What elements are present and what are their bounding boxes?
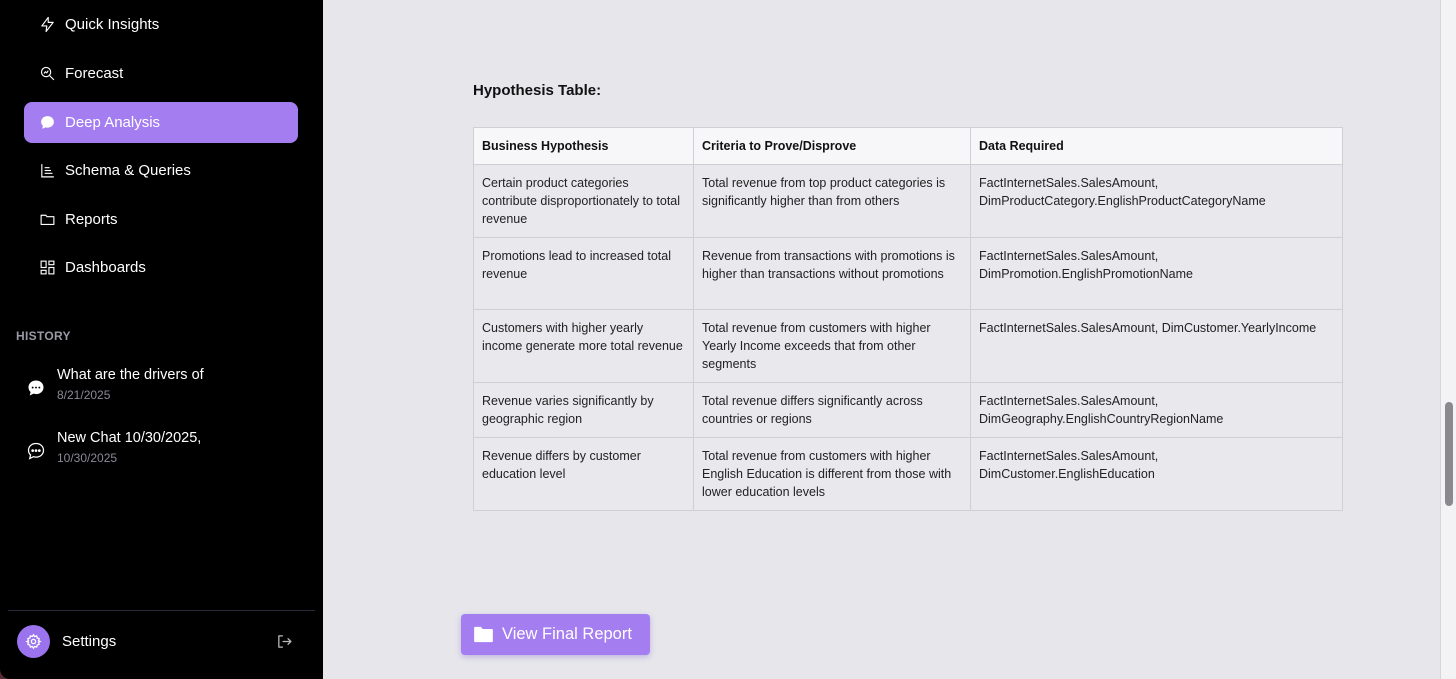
table-row: Revenue varies significantly by geograph… <box>473 382 1343 438</box>
nav-dashboards[interactable]: Dashboards <box>24 247 298 288</box>
table-row: Revenue differs by customer education le… <box>473 437 1343 511</box>
nav-forecast[interactable]: Forecast <box>24 53 298 94</box>
table-row: Customers with higher yearly income gene… <box>473 309 1343 383</box>
table-cell: Revenue from transactions with promotion… <box>693 237 971 310</box>
button-label: View Final Report <box>502 625 632 643</box>
nav-label: Reports <box>65 211 118 228</box>
sidebar: Quick Insights Forecast Deep Analysis Sc… <box>0 0 323 679</box>
nav-quick-insights[interactable]: Quick Insights <box>24 4 298 45</box>
history-date: 10/30/2025 <box>57 451 118 465</box>
history-title: What are the drivers of <box>57 367 204 383</box>
nav-schema-queries[interactable]: Schema & Queries <box>24 150 298 191</box>
nav-label: Schema & Queries <box>65 162 191 179</box>
nav-label: Deep Analysis <box>65 114 161 131</box>
history-title: New Chat 10/30/2025, <box>57 430 202 446</box>
column-header: Business Hypothesis <box>473 127 694 165</box>
table-cell: Certain product categories contribute di… <box>473 164 694 238</box>
table-cell: Total revenue from top product categorie… <box>693 164 971 238</box>
view-final-report-button[interactable]: View Final Report <box>461 614 650 655</box>
lightning-icon <box>38 15 57 34</box>
gear-icon <box>25 633 42 650</box>
column-header: Criteria to Prove/Disprove <box>693 127 971 165</box>
magnify-chart-icon <box>38 64 57 83</box>
nav-label: Dashboards <box>65 259 146 276</box>
scrollbar-thumb[interactable] <box>1445 402 1453 506</box>
column-header: Data Required <box>970 127 1343 165</box>
nav-label: Forecast <box>65 65 124 82</box>
section-title: Hypothesis Table: <box>473 82 602 99</box>
schema-icon <box>38 161 57 180</box>
settings-label[interactable]: Settings <box>62 633 116 650</box>
history-item[interactable]: What are the drivers of 8/21/2025 <box>26 367 306 411</box>
chat-bubble-icon <box>26 378 46 398</box>
table-cell: Revenue differs by customer education le… <box>473 437 694 511</box>
settings-gear-button[interactable] <box>17 625 50 658</box>
folder-icon <box>38 210 57 229</box>
table-cell: FactInternetSales.SalesAmount, DimCustom… <box>970 309 1343 383</box>
nav-label: Quick Insights <box>65 16 160 33</box>
table-cell: FactInternetSales.SalesAmount, DimGeogra… <box>970 382 1343 438</box>
nav-deep-analysis[interactable]: Deep Analysis <box>24 102 298 143</box>
history-date: 8/21/2025 <box>57 388 111 402</box>
table-cell: Promotions lead to increased total reven… <box>473 237 694 310</box>
chat-bubble-outline-icon <box>26 441 46 461</box>
table-cell: FactInternetSales.SalesAmount, DimProduc… <box>970 164 1343 238</box>
table-cell: FactInternetSales.SalesAmount, DimPromot… <box>970 237 1343 310</box>
history-item[interactable]: New Chat 10/30/2025, 10/30/2025 <box>26 430 306 474</box>
logout-icon[interactable] <box>276 633 293 650</box>
sidebar-divider <box>8 610 315 611</box>
grid-icon <box>38 258 57 277</box>
scrollbar[interactable] <box>1440 0 1456 679</box>
table-row: Certain product categories contribute di… <box>473 164 1343 238</box>
table-cell: Total revenue differs significantly acro… <box>693 382 971 438</box>
nav-reports[interactable]: Reports <box>24 199 298 240</box>
table-cell: FactInternetSales.SalesAmount, DimCustom… <box>970 437 1343 511</box>
folder-icon <box>473 626 494 643</box>
table-cell: Customers with higher yearly income gene… <box>473 309 694 383</box>
history-heading: HISTORY <box>16 329 71 343</box>
hypothesis-table: Business Hypothesis Criteria to Prove/Di… <box>473 127 1343 511</box>
chat-bubble-icon <box>38 113 57 132</box>
table-cell: Total revenue from customers with higher… <box>693 309 971 383</box>
table-cell: Total revenue from customers with higher… <box>693 437 971 511</box>
table-row: Promotions lead to increased total reven… <box>473 237 1343 310</box>
table-cell: Revenue varies significantly by geograph… <box>473 382 694 438</box>
table-header-row: Business Hypothesis Criteria to Prove/Di… <box>473 127 1343 165</box>
